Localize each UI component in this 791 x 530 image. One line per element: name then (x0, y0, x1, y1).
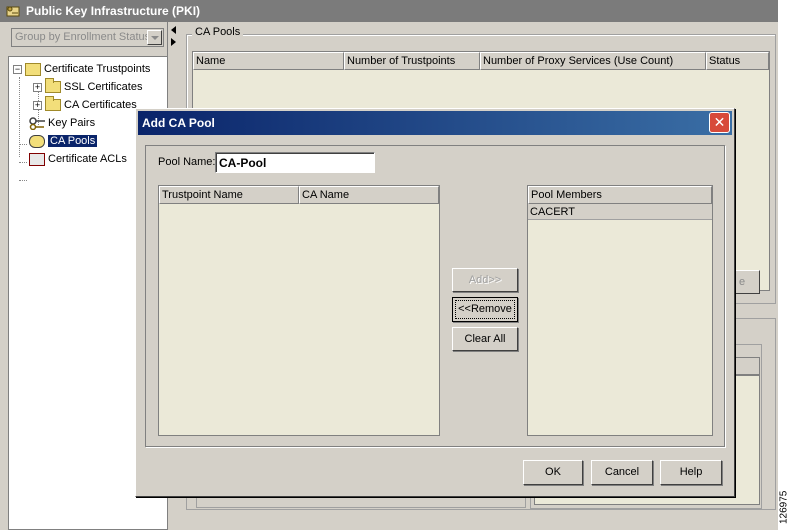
collapse-right-icon[interactable] (171, 38, 176, 46)
close-icon[interactable]: ✕ (709, 112, 730, 133)
tree-node-label: Certificate Trustpoints (44, 63, 151, 75)
ok-button[interactable]: OK (523, 460, 583, 485)
collapse-left-icon[interactable] (171, 26, 176, 34)
app-title-bar: Public Key Infrastructure (PKI) (0, 0, 778, 22)
column-header-trustpoints[interactable]: Number of Trustpoints (344, 52, 480, 70)
column-header-status[interactable]: Status (706, 52, 769, 70)
column-header-proxy-services[interactable]: Number of Proxy Services (Use Count) (480, 52, 706, 70)
trustpoint-table[interactable]: Trustpoint Name CA Name (158, 185, 440, 436)
tree-node-label: SSL Certificates (64, 81, 143, 93)
table-header: Pool Members (528, 186, 712, 204)
tree-node-key-pairs[interactable]: Key Pairs (29, 115, 95, 131)
tree-node-label: Key Pairs (48, 117, 96, 129)
certificate-acl-icon (29, 152, 45, 166)
cancel-button[interactable]: Cancel (591, 460, 653, 485)
dialog-title: Add CA Pool (142, 116, 215, 130)
folder-icon (45, 78, 61, 93)
chevron-down-icon[interactable] (147, 30, 162, 45)
expand-icon[interactable]: + (33, 82, 42, 92)
help-button[interactable]: Help (660, 460, 722, 485)
pki-certificate-icon (6, 6, 20, 17)
table-row[interactable]: CACERT (528, 204, 712, 220)
expand-icon[interactable]: + (33, 100, 42, 110)
key-pair-icon (29, 116, 45, 130)
table-header: Name Number of Trustpoints Number of Pro… (193, 52, 769, 70)
collapse-icon[interactable]: − (13, 64, 22, 74)
add-ca-pool-dialog: Add CA Pool ✕ Pool Name: CA-Pool Trustpo… (135, 108, 735, 497)
app-title: Public Key Infrastructure (PKI) (26, 4, 201, 18)
column-header-ca-name[interactable]: CA Name (299, 186, 439, 204)
pool-members-table[interactable]: Pool Members CACERT (527, 185, 713, 436)
folder-icon (45, 96, 61, 111)
tree-node-label: CA Certificates (64, 99, 137, 111)
clear-all-button[interactable]: Clear All (452, 327, 518, 351)
ca-pools-group-title: CA Pools (192, 26, 244, 38)
figure-id: 126975 (778, 490, 790, 524)
tree-node-label: CA Pools (48, 135, 98, 147)
tree-node-ca-pools[interactable]: CA Pools (29, 133, 98, 149)
group-by-select[interactable]: Group by Enrollment Status (11, 28, 164, 47)
tree-node-certificate-acls[interactable]: Certificate ACLs (29, 151, 127, 167)
tree-node-ca-certificates[interactable]: + CA Certificates (33, 96, 137, 113)
tree-node-ssl-certificates[interactable]: + SSL Certificates (33, 78, 143, 95)
column-header-pool-members[interactable]: Pool Members (528, 186, 712, 204)
tree-node-certificate-trustpoints[interactable]: − Certificate Trustpoints (13, 61, 150, 77)
group-by-select-value: Group by Enrollment Status (15, 31, 151, 43)
tree-node-label: Certificate ACLs (48, 153, 127, 165)
pool-name-input[interactable]: CA-Pool (215, 152, 375, 173)
pool-name-label: Pool Name: (158, 156, 216, 168)
certificate-folder-icon (25, 62, 41, 76)
remove-button[interactable]: <<Remove (452, 297, 518, 322)
add-button[interactable]: Add>> (452, 268, 518, 292)
column-header-name[interactable]: Name (193, 52, 344, 70)
dialog-title-bar[interactable]: Add CA Pool (138, 111, 732, 135)
column-header-trustpoint-name[interactable]: Trustpoint Name (159, 186, 299, 204)
table-header: Trustpoint Name CA Name (159, 186, 439, 204)
ca-pool-icon (29, 134, 45, 148)
